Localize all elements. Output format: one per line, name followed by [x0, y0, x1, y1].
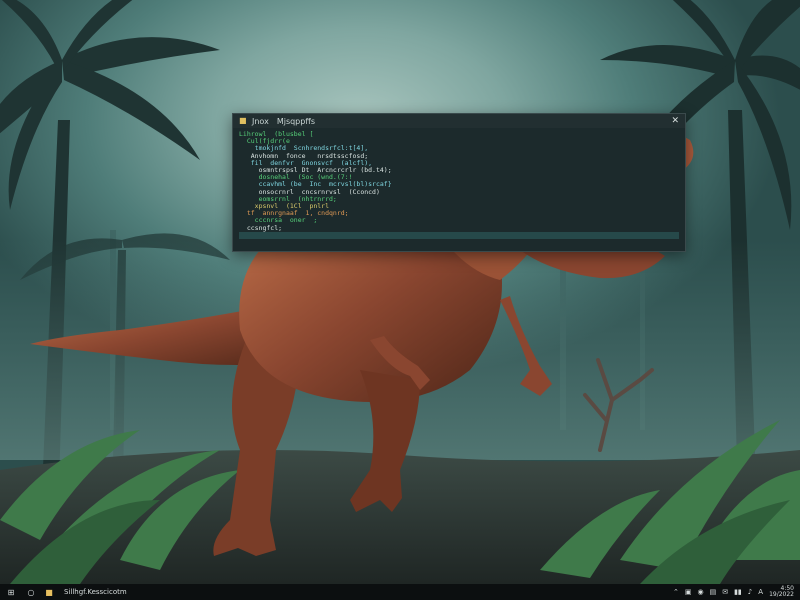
code-line: Lihrowl (blusbel [ [239, 130, 314, 138]
search-icon[interactable]: ○ [22, 584, 40, 600]
code-line: cccnrsa oner ; [239, 216, 318, 225]
window-titlebar[interactable]: ■ Jnox Mjsqppffs ✕ [233, 114, 685, 128]
taskbar-app-label[interactable]: Sillhgf.Kesscicotm [58, 584, 133, 600]
jungle-dinosaur-scene [0, 0, 800, 584]
system-tray: ⌃ ▣ ◉ ▤ ✉ ▮▮ ♪ A [673, 588, 769, 596]
desktop-wallpaper [0, 0, 800, 584]
code-editor-window[interactable]: ■ Jnox Mjsqppffs ✕ Lihrowl (blusbel [ Cu… [232, 113, 686, 252]
signal-icon[interactable]: ▮▮ [734, 588, 742, 596]
pinned-app-icon[interactable]: ■ [40, 584, 58, 600]
network-icon[interactable]: ◉ [697, 588, 703, 596]
clock-date: 19/2022 [769, 591, 794, 598]
language-icon[interactable]: A [758, 588, 763, 596]
show-hidden-icons-icon[interactable]: ⌃ [673, 588, 679, 596]
code-line: ccsngfcl; [239, 223, 283, 232]
display-icon[interactable]: ▣ [685, 588, 692, 596]
menu-item-1[interactable]: Jnox [252, 117, 269, 126]
code-area[interactable]: Lihrowl (blusbel [ Cul(fjdrr(e tmokjnfd … [233, 128, 685, 240]
clock[interactable]: 4:50 19/2022 [769, 586, 800, 598]
menu-item-2[interactable]: Mjsqppffs [277, 117, 315, 126]
start-button[interactable]: ⊞ [0, 584, 22, 600]
volume-icon[interactable]: ♪ [748, 588, 752, 596]
code-line [239, 231, 679, 240]
battery-icon[interactable]: ▤ [710, 588, 717, 596]
close-icon[interactable]: ✕ [671, 116, 679, 126]
app-icon: ■ [239, 116, 247, 125]
taskbar: ⊞ ○ ■ Sillhgf.Kesscicotm ⌃ ▣ ◉ ▤ ✉ ▮▮ ♪ A 4:50 … [0, 584, 800, 600]
mail-icon[interactable]: ✉ [722, 588, 728, 596]
